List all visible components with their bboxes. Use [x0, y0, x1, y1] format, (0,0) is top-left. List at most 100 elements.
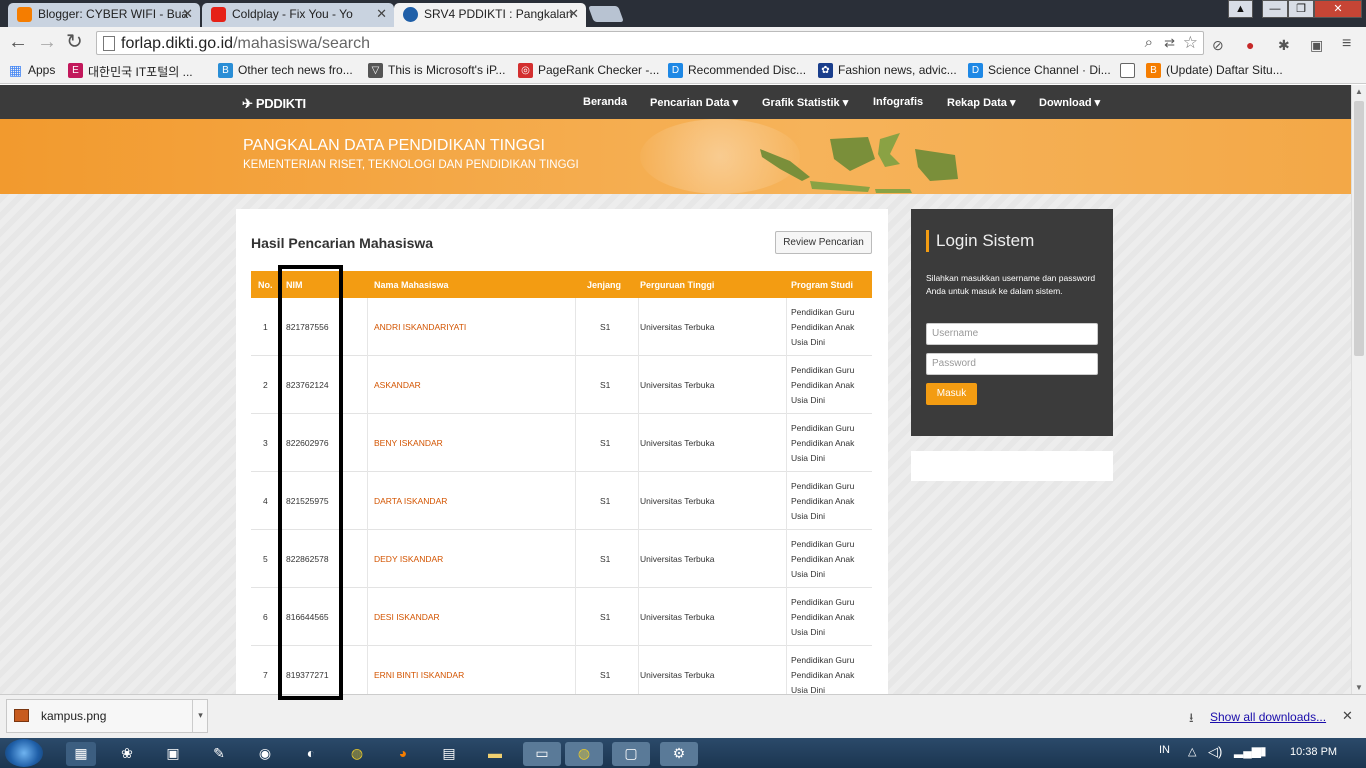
bookmark-favicon-icon: ◎: [518, 63, 533, 78]
student-name-link[interactable]: DEDY ISKANDAR: [374, 554, 443, 564]
student-name-link[interactable]: BENY ISKANDAR: [374, 438, 443, 448]
column-divider: [575, 414, 576, 472]
page-scrollbar[interactable]: ▲ ▼: [1351, 85, 1366, 694]
bookmark-item[interactable]: ▦ Apps: [8, 63, 56, 78]
download-item[interactable]: kampus.png ▾: [6, 699, 208, 733]
close-icon[interactable]: ✕: [376, 3, 387, 25]
tray-arrow-icon[interactable]: △: [1188, 745, 1196, 758]
back-icon[interactable]: ←: [8, 32, 28, 52]
username-input[interactable]: Username: [926, 323, 1098, 345]
app-icon[interactable]: ▢: [612, 742, 650, 766]
photoshop-icon[interactable]: ▤: [434, 742, 464, 766]
scroll-up-icon[interactable]: ▲: [1355, 87, 1363, 96]
url-text[interactable]: forlap.dikti.go.id/mahasiswa/search: [121, 35, 370, 53]
extension-icon[interactable]: ⊘: [1212, 35, 1224, 55]
bookmarks-bar: ▦ Apps E 대한민국 IT포털의 ... B Other tech news fro…: [0, 58, 1366, 84]
student-name-link[interactable]: ANDRI ISKANDARIYATI: [374, 322, 466, 332]
col-no[interactable]: No.: [258, 280, 273, 290]
extension-icon[interactable]: ●: [1246, 35, 1254, 55]
nav-grafik-statistik[interactable]: Grafik Statistik ▾: [762, 96, 848, 109]
language-indicator[interactable]: IN: [1159, 744, 1170, 756]
university-cell: Universitas Terbuka: [640, 496, 715, 506]
column-divider: [279, 356, 280, 414]
nav-pencarian-data[interactable]: Pencarian Data ▾: [650, 96, 738, 109]
column-divider: [786, 530, 787, 588]
table-row: 1 821787556 ANDRI ISKANDARIYATI S1 Universit…: [251, 298, 872, 356]
bookmark-item[interactable]: B (Update) Daftar Situ...: [1146, 63, 1283, 78]
sidebar-blank-box: [911, 451, 1113, 481]
close-icon[interactable]: ✕: [568, 3, 579, 25]
minimize-button[interactable]: —: [1262, 0, 1288, 18]
new-tab-button[interactable]: [588, 6, 624, 22]
reload-icon[interactable]: ↻: [66, 32, 83, 52]
close-window-button[interactable]: ✕: [1314, 0, 1362, 18]
app-icon[interactable]: ▭: [523, 742, 561, 766]
menu-icon[interactable]: ≡: [1342, 34, 1351, 54]
search-icon[interactable]: ⌕: [1145, 34, 1153, 51]
chrome-icon[interactable]: ◍: [342, 742, 372, 766]
nim-cell: 822602976: [286, 438, 329, 448]
col-program-studi[interactable]: Program Studi: [791, 280, 853, 290]
nav-infografis[interactable]: Infografis: [873, 96, 923, 108]
clock[interactable]: 10:38 PM: [1290, 746, 1337, 758]
address-bar[interactable]: forlap.dikti.go.id/mahasiswa/search ⌕ ⇄ …: [96, 31, 1204, 55]
bookmark-label: Apps: [28, 63, 56, 77]
network-icon[interactable]: ▂▄▆: [1234, 744, 1261, 758]
scrollbar-thumb[interactable]: [1354, 101, 1364, 356]
app-icon[interactable]: ▣: [158, 742, 188, 766]
col-nama[interactable]: Nama Mahasiswa: [374, 280, 449, 290]
folder-icon[interactable]: ▬: [480, 742, 510, 766]
password-input[interactable]: Password: [926, 353, 1098, 375]
tab-blogger[interactable]: Blogger: CYBER WIFI - Bua ✕: [8, 3, 200, 27]
review-search-button[interactable]: Review Pencarian: [775, 231, 872, 254]
firefox-icon[interactable]: ◕: [388, 742, 418, 766]
nim-cell: 823762124: [286, 380, 329, 390]
nav-rekap-data[interactable]: Rekap Data ▾: [947, 96, 1016, 109]
translate-icon[interactable]: ⇄: [1164, 35, 1175, 51]
globe-icon[interactable]: ◉: [250, 742, 280, 766]
bookmark-item[interactable]: B Other tech news fro...: [218, 63, 353, 78]
login-button[interactable]: Masuk: [926, 383, 977, 405]
bookmark-item[interactable]: ◎ PageRank Checker -...: [518, 63, 659, 78]
tab-pddikti[interactable]: SRV4 PDDIKTI : Pangkalan ✕: [394, 3, 586, 27]
row-number: 2: [263, 380, 268, 390]
star-icon[interactable]: ☆: [1183, 33, 1198, 53]
notepad-icon[interactable]: ✎: [204, 742, 234, 766]
student-name-link[interactable]: ASKANDAR: [374, 380, 421, 390]
row-number: 3: [263, 438, 268, 448]
extension-icon[interactable]: ▣: [1310, 35, 1323, 55]
bookmark-item[interactable]: ✿ Fashion news, advic...: [818, 63, 957, 78]
bookmark-item[interactable]: E 대한민국 IT포털의 ...: [68, 63, 193, 80]
student-name-link[interactable]: ERNI BINTI ISKANDAR: [374, 670, 464, 680]
app-icon[interactable]: ⚙: [660, 742, 698, 766]
bookmark-item[interactable]: D Science Channel · Di...: [968, 63, 1111, 78]
volume-icon[interactable]: ◁): [1208, 744, 1222, 760]
site-logo[interactable]: ✈ PDDIKTI: [242, 96, 306, 112]
start-button[interactable]: [5, 739, 43, 767]
student-name-link[interactable]: DESI ISKANDAR: [374, 612, 440, 622]
col-nim[interactable]: NIM: [286, 280, 303, 290]
nav-beranda[interactable]: Beranda: [583, 96, 627, 108]
app-icon[interactable]: ◐: [296, 742, 326, 766]
chrome-icon[interactable]: ◍: [565, 742, 603, 766]
student-name-link[interactable]: DARTA ISKANDAR: [374, 496, 447, 506]
bookmark-item[interactable]: ▽ This is Microsoft's iP...: [368, 63, 505, 78]
scroll-down-icon[interactable]: ▼: [1355, 683, 1363, 692]
app-icon[interactable]: ❀: [112, 742, 142, 766]
nav-download[interactable]: Download ▾: [1039, 96, 1100, 109]
forward-icon[interactable]: →: [37, 32, 57, 52]
chevron-down-icon[interactable]: ▾: [192, 700, 208, 732]
col-jenjang[interactable]: Jenjang: [587, 280, 621, 290]
bookmark-item[interactable]: D Recommended Disc...: [668, 63, 806, 78]
tab-youtube[interactable]: Coldplay - Fix You - Yo ✕: [202, 3, 394, 27]
extension-icon[interactable]: ✱: [1278, 35, 1290, 55]
user-icon[interactable]: ▲: [1228, 0, 1253, 18]
show-all-downloads-link[interactable]: Show all downloads...: [1210, 710, 1326, 724]
col-perguruan-tinggi[interactable]: Perguruan Tinggi: [640, 280, 714, 290]
close-icon[interactable]: ✕: [1342, 708, 1353, 724]
show-desktop-icon[interactable]: ▦: [66, 742, 96, 766]
close-icon[interactable]: ✕: [182, 3, 193, 25]
maximize-button[interactable]: ❐: [1288, 0, 1314, 18]
battery-icon[interactable]: ▮: [1260, 744, 1267, 758]
windows-taskbar: ▦ ❀ ▣ ✎ ◉ ◐ ◍ ◕ ▤ ▬ ▭ ◍ ▢ ⚙ IN △ ◁) ▂▄▆ …: [0, 738, 1366, 768]
